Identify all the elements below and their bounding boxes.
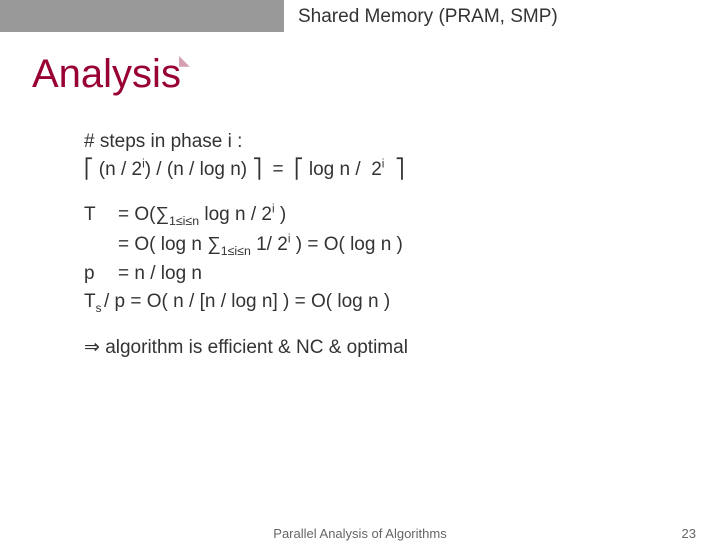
Ts-equation: / p = O( n / [n / log n] ) = O( log n )	[104, 288, 390, 316]
t2-sub: 1≤i≤n	[221, 244, 251, 258]
slide-body: # steps in phase i : ⎡ (n / 2i) / (n / l…	[84, 128, 680, 361]
t1-pre: = O(∑	[118, 204, 169, 225]
t1-post: log n / 2i )	[199, 204, 286, 225]
slide-title: Analysis◣	[32, 52, 190, 97]
Ts-s: s	[96, 302, 102, 315]
Ts-T: T	[84, 291, 96, 312]
p-label: p	[84, 260, 118, 288]
header-section-label: Shared Memory (PRAM, SMP)	[298, 6, 558, 28]
t2-post: 1/ 2i ) = O( log n )	[251, 234, 403, 255]
p-equation: = n / log n	[118, 260, 202, 288]
title-text: Analysis	[32, 52, 181, 96]
T-eq-line2: = O( log n ∑1≤i≤n 1/ 2i ) = O( log n )	[118, 231, 403, 261]
conclusion-line: ⇒ algorithm is efficient & NC & optimal	[84, 334, 680, 362]
T-eq-line1: = O(∑1≤i≤n log n / 2i )	[118, 201, 403, 231]
phase-equation: ⎡ (n / 2i) / (n / log n) ⎤ = ⎡ log n / 2…	[84, 156, 680, 184]
t1-sub: 1≤i≤n	[169, 214, 199, 228]
implies-icon: ⇒	[84, 337, 100, 358]
ts-eq-text: / p = O( n / [n / log n] ) = O( log n )	[104, 291, 390, 312]
footer-page-number: 23	[682, 526, 696, 541]
T-equations: = O(∑1≤i≤n log n / 2i ) = O( log n ∑1≤i≤…	[118, 201, 403, 260]
title-corner-decoration: ◣	[179, 52, 190, 68]
complexity-block: T = O(∑1≤i≤n log n / 2i ) = O( log n ∑1≤…	[84, 201, 680, 315]
phase-intro-line: # steps in phase i :	[84, 128, 680, 156]
t2-pre: = O( log n ∑	[118, 234, 221, 255]
footer-center-text: Parallel Analysis of Algorithms	[0, 526, 720, 541]
header-accent-bar	[0, 0, 284, 32]
T-label: T	[84, 201, 118, 229]
conclusion-text: algorithm is efficient & NC & optimal	[105, 337, 408, 358]
